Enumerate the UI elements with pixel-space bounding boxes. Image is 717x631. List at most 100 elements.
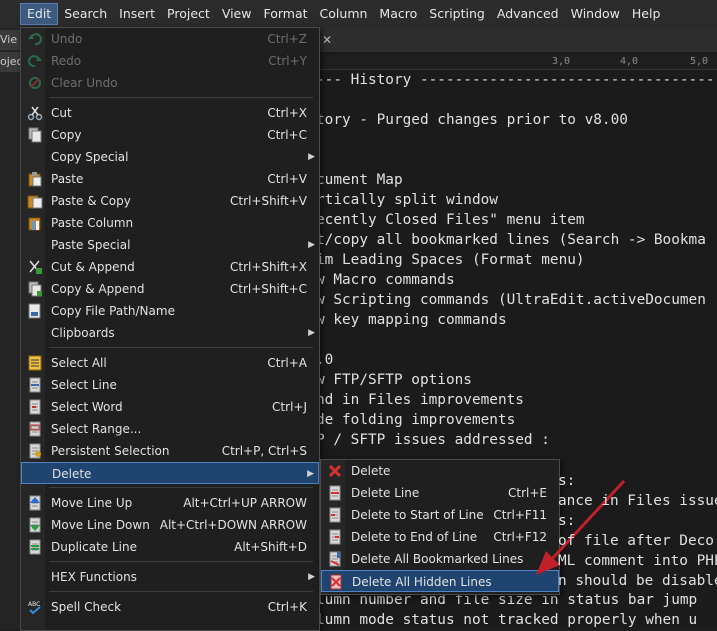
menu-item-delete[interactable]: Delete	[321, 460, 559, 482]
menu-item-clipboards[interactable]: Clipboards ▶	[21, 322, 319, 344]
editor-line: nd in Files improvements	[320, 392, 524, 408]
menu-item-label: Delete All Hidden Lines	[352, 575, 492, 589]
svg-text:ABC: ABC	[28, 601, 40, 608]
menu-item-label: Select All	[51, 356, 107, 370]
menu-item-paste[interactable]: Paste Ctrl+V	[21, 168, 319, 190]
menu-item-copy-file-path-name[interactable]: Copy File Path/Name	[21, 300, 319, 322]
menu-item-label: Delete All Bookmarked Lines	[351, 552, 524, 566]
menu-item-redo[interactable]: Redo Ctrl+Y	[21, 50, 319, 72]
paste-icon	[27, 171, 43, 187]
menu-item-move-line-down[interactable]: Move Line Down Alt+Ctrl+DOWN ARROW	[21, 514, 319, 536]
select-all-icon	[27, 355, 43, 371]
menu-project[interactable]: Project	[161, 3, 216, 25]
menu-item-shortcut: Ctrl+X	[267, 106, 307, 120]
submenu-arrow-icon: ▶	[308, 572, 315, 582]
menu-insert[interactable]: Insert	[113, 3, 161, 25]
persistent-selection-icon	[27, 443, 43, 459]
menu-item-label: Paste	[51, 172, 84, 186]
menu-item-label: Paste Special	[51, 238, 131, 252]
spell-check-icon: ABC	[27, 599, 43, 615]
menu-item-paste-column[interactable]: Paste Column	[21, 212, 319, 234]
editor-line: im Leading Spaces (Format menu)	[320, 252, 585, 268]
menu-item-shortcut: Ctrl+Y	[268, 54, 307, 68]
editor-line: --- History ----------------------------…	[320, 72, 717, 88]
submenu-arrow-icon: ▶	[308, 240, 315, 250]
menu-item-delete-line[interactable]: Delete Line Ctrl+E	[321, 482, 559, 504]
menu-item-label: Move Line Up	[51, 496, 133, 510]
menu-item-label: Copy Special	[51, 150, 129, 164]
editor-line: lumn mode status not tracked properly wh…	[320, 612, 698, 628]
menu-item-undo[interactable]: Undo Ctrl+Z	[21, 28, 319, 50]
menu-item-duplicate-line[interactable]: Duplicate Line Alt+Shift+D	[21, 536, 319, 558]
menu-item-shortcut: Ctrl+A	[267, 356, 307, 370]
menu-item-move-line-up[interactable]: Move Line Up Alt+Ctrl+UP ARROW	[21, 492, 319, 514]
menu-item-label: Move Line Down	[51, 518, 150, 532]
select-word-icon	[27, 399, 43, 415]
delete-submenu: Delete Delete Line Ctrl+E Delete to Start o…	[320, 459, 560, 595]
menu-item-label: Redo	[51, 54, 82, 68]
editor-line: t/copy all bookmarked lines (Search -> B…	[320, 232, 706, 248]
menu-item-cut-append[interactable]: Cut & Append Ctrl+Shift+X	[21, 256, 319, 278]
menu-item-hex-functions[interactable]: HEX Functions ▶	[21, 566, 319, 588]
menu-item-label: Select Line	[51, 378, 117, 392]
menu-help[interactable]: Help	[626, 3, 667, 25]
menu-item-copy[interactable]: Copy Ctrl+C	[21, 124, 319, 146]
menu-item-delete[interactable]: Delete ▶	[21, 462, 319, 484]
left-tab-project[interactable]: oject	[0, 52, 20, 72]
menu-macro[interactable]: Macro	[373, 3, 423, 25]
editor-line: de folding improvements	[320, 412, 516, 428]
move-line-down-icon	[27, 517, 43, 533]
menu-item-paste-special[interactable]: Paste Special ▶	[21, 234, 319, 256]
menu-item-shortcut: Ctrl+Shift+C	[229, 282, 307, 296]
menu-item-shortcut: Ctrl+Shift+V	[230, 194, 307, 208]
menu-search[interactable]: Search	[58, 3, 113, 25]
editor-line: w Macro commands	[320, 272, 455, 288]
delete-end-icon	[327, 529, 343, 545]
menu-view[interactable]: View	[216, 3, 258, 25]
menu-separator	[49, 347, 313, 348]
menu-item-delete-to-start-of-line[interactable]: Delete to Start of Line Ctrl+F11	[321, 504, 559, 526]
menu-item-label: Copy File Path/Name	[51, 304, 175, 318]
menu-item-copy-special[interactable]: Copy Special ▶	[21, 146, 319, 168]
editor-line: P / SFTP issues addressed :	[320, 432, 550, 448]
menu-item-copy-append[interactable]: Copy & Append Ctrl+Shift+C	[21, 278, 319, 300]
menu-item-label: Select Range...	[51, 422, 142, 436]
menu-item-spell-check[interactable]: ABC Spell Check Ctrl+K	[21, 596, 319, 618]
editor-line-tail: ML comment into PHP	[558, 553, 717, 569]
menu-item-cut[interactable]: Cut Ctrl+X	[21, 102, 319, 124]
submenu-arrow-icon: ▶	[307, 469, 314, 479]
menu-item-select-line[interactable]: Select Line	[21, 374, 319, 396]
menu-item-delete-all-hidden-lines[interactable]: Delete All Hidden Lines	[321, 570, 559, 592]
copy-append-icon	[27, 281, 43, 297]
menu-item-label: Delete Line	[351, 486, 420, 500]
menu-window[interactable]: Window	[565, 3, 626, 25]
menu-item-select-all[interactable]: Select All Ctrl+A	[21, 352, 319, 374]
editor-line: tory - Purged changes prior to v8.00	[320, 112, 628, 128]
menu-item-select-range[interactable]: Select Range...	[21, 418, 319, 440]
menu-advanced[interactable]: Advanced	[491, 3, 565, 25]
left-tab-view[interactable]: Vie	[0, 30, 20, 50]
menu-edit[interactable]: Edit	[20, 3, 59, 25]
menu-item-label: Cut & Append	[51, 260, 135, 274]
left-panel-strip: Vie oject	[0, 28, 20, 629]
menu-scripting[interactable]: Scripting	[423, 3, 491, 25]
editor-line: w Scripting commands (UltraEdit.activeDo…	[320, 292, 706, 308]
ruler-mark: 3,0	[552, 56, 571, 67]
menu-item-delete-to-end-of-line[interactable]: Delete to End of Line Ctrl+F12	[321, 526, 559, 548]
menu-item-delete-all-bookmarked-lines[interactable]: Delete All Bookmarked Lines	[321, 548, 559, 570]
menu-format[interactable]: Format	[257, 3, 313, 25]
menu-column[interactable]: Column	[314, 3, 374, 25]
menu-item-persistent-selection[interactable]: Persistent Selection Ctrl+P, Ctrl+S	[21, 440, 319, 462]
menu-item-paste-copy[interactable]: Paste & Copy Ctrl+Shift+V	[21, 190, 319, 212]
close-tab-icon[interactable]: ✕	[322, 33, 336, 47]
menu-item-select-word[interactable]: Select Word Ctrl+J	[21, 396, 319, 418]
menu-item-shortcut: Ctrl+C	[267, 128, 307, 142]
menu-item-clear-undo[interactable]: Clear Undo	[21, 72, 319, 94]
menu-item-shortcut: Ctrl+P, Ctrl+S	[221, 444, 307, 458]
menu-item-shortcut: Ctrl+J	[272, 400, 307, 414]
select-line-icon	[27, 377, 43, 393]
editor-line-tail: n should be disable	[558, 573, 717, 589]
menu-item-label: Copy	[51, 128, 82, 142]
